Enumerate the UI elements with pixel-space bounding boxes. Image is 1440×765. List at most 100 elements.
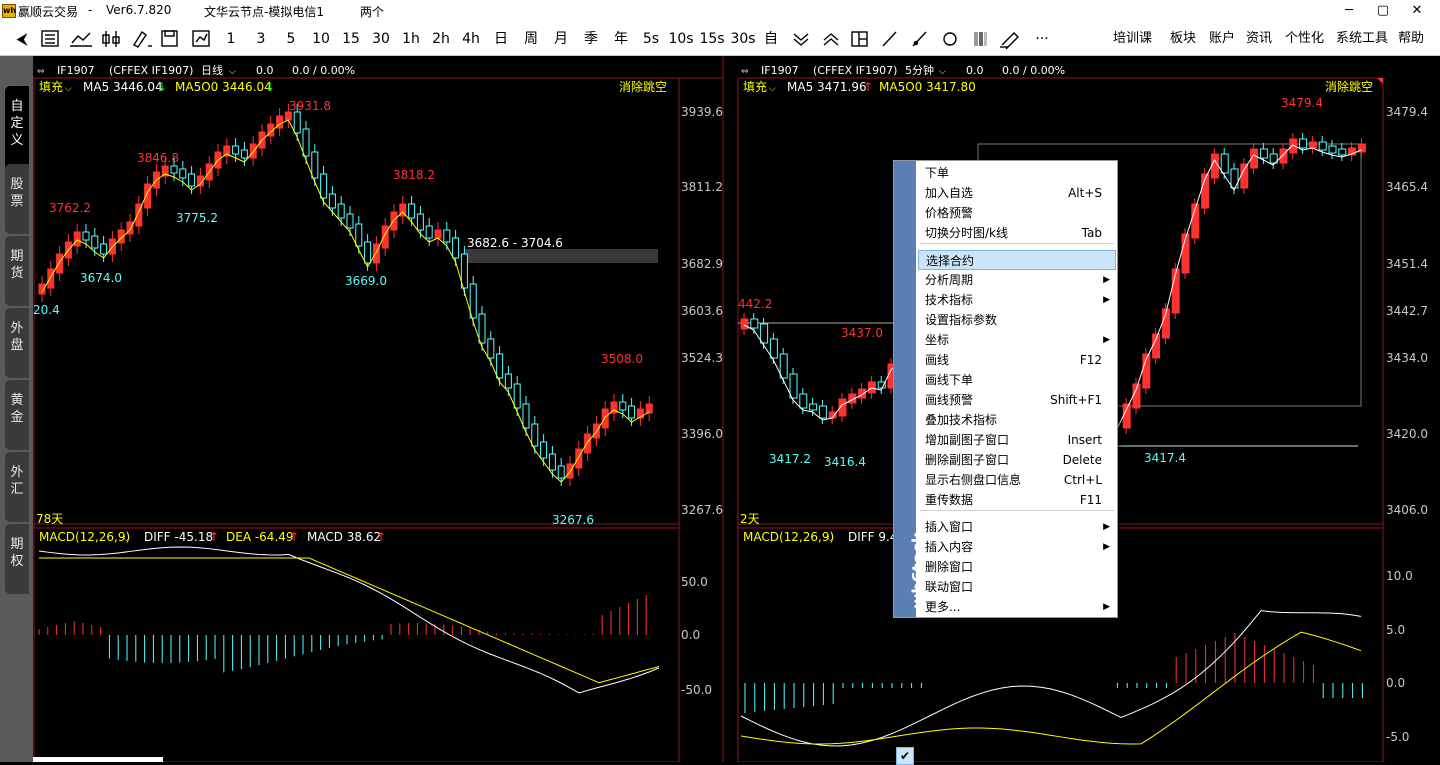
menu-item-show-orderbook[interactable]: 显示右侧盘口信息 Ctrl+L [918,470,1116,490]
period-30m[interactable]: 30 [368,22,394,56]
period-2h[interactable]: 2h [428,22,454,56]
menu-item-shortcut: Ctrl+L [1063,473,1102,487]
close-button[interactable]: ✕ [1394,0,1440,22]
left-fill-toggle[interactable]: 填充 [39,79,63,94]
right-clear-gap[interactable]: 消除跳空 [1325,79,1373,94]
period-5m[interactable]: 5 [282,22,300,56]
menu-news[interactable]: 资讯 [1246,22,1272,56]
period-30s[interactable]: 30s [728,22,758,56]
eraser-tool-icon[interactable] [1000,32,1019,50]
sidebar-tab-foreign[interactable]: 外盘 [5,308,29,378]
menu-item-delete-subwindow[interactable]: 删除副图子窗口 Delete [918,450,1116,470]
period-3m[interactable]: 3 [252,22,270,56]
submenu-arrow-icon: ▶ [1103,602,1110,612]
menu-item-add-subwindow[interactable]: 增加副图子窗口 Insert [918,430,1116,450]
line-tool-icon[interactable] [882,31,897,47]
left-chart-panel[interactable]: ⇔ IF1907 (CFFEX IF1907) 日线 ⌵ 0.0 0.0 / 0… [33,56,724,762]
sidebar-tab-options[interactable]: 期权 [5,524,29,594]
timeshare-chart-icon[interactable] [70,32,92,47]
menu-item-insert-content[interactable]: 插入内容 ▶ [918,537,1116,557]
period-year[interactable]: 年 [610,22,632,56]
sidebar-tab-gold[interactable]: 黄金 [5,380,29,450]
left-macd-dropdown-icon[interactable]: ⌵ [123,534,130,544]
period-15m[interactable]: 15 [338,22,364,56]
ray-tool-icon[interactable] [912,31,927,47]
period-month[interactable]: 月 [550,22,572,56]
menu-item-toggle-timeshare-kline[interactable]: 切换分时图/k线 Tab [918,223,1116,243]
bar-tool-icon[interactable] [974,32,987,46]
period-week[interactable]: 周 [520,22,542,56]
left-macd-title[interactable]: MACD(12,26,9) [39,530,130,544]
sidebar-tab-futures[interactable]: 期货 [5,236,29,306]
period-10m[interactable]: 10 [308,22,334,56]
layout-icon[interactable] [851,31,868,47]
period-1m[interactable]: 1 [222,22,240,56]
right-link-icon[interactable]: ⇔ [741,67,749,77]
menu-system-tools[interactable]: 系统工具 [1336,22,1388,56]
menu-item-indicator-params[interactable]: 设置指标参数 [918,310,1116,330]
menu-item-draw-line-alert[interactable]: 画线预警 Shift+F1 [918,390,1116,410]
left-symbol[interactable]: IF1907 [57,64,95,77]
period-day[interactable]: 日 [490,22,512,56]
circle-tool-icon[interactable] [943,32,957,46]
right-fill-dropdown-icon[interactable]: ⌵ [769,84,776,94]
back-button[interactable]: ⮜ [10,22,34,56]
zoom-in-icon[interactable] [793,33,809,46]
server-node: 文华云节点-模拟电信1 [204,5,324,19]
menu-item-insert-window[interactable]: 插入窗口 ▶ [918,517,1116,537]
menu-sector[interactable]: 板块 [1170,22,1196,56]
right-period[interactable]: 5分钟 [905,63,934,77]
right-period-dropdown-icon[interactable]: ⌵ [939,67,946,77]
menu-item-order[interactable]: 下单 [918,163,1116,183]
right-fill-toggle[interactable]: 填充 [743,79,767,94]
sidebar-tab-forex[interactable]: 外汇 [5,452,29,522]
draw-tool-icon[interactable] [133,30,152,48]
kline-chart-icon[interactable] [102,31,120,47]
menu-item-draw-line[interactable]: 画线 F12 [918,350,1116,370]
period-custom[interactable]: 自 [760,22,782,56]
period-5s[interactable]: 5s [638,22,664,56]
sidebar-tab-custom[interactable]: 自定义 [5,86,29,172]
right-yaxis-label: 3442.7 [1386,304,1428,318]
more-tools-button[interactable]: ··· [1030,22,1054,56]
menu-training[interactable]: 培训课 [1113,22,1152,56]
candle-body [100,243,108,255]
menu-item-overlay-indicator[interactable]: 叠加技术指标 [918,410,1116,430]
menu-item-link-window[interactable]: 联动窗口 [918,577,1116,597]
period-10s[interactable]: 10s [666,22,696,56]
menu-account[interactable]: 账户 [1209,22,1235,56]
zoom-out-icon[interactable] [823,33,839,46]
menu-item-coordinate[interactable]: 坐标 ▶ [918,330,1116,350]
menu-help[interactable]: 帮助 [1398,22,1424,56]
right-macd-title[interactable]: MACD(12,26,9) [743,530,834,544]
save-icon[interactable] [161,30,178,47]
left-period-dropdown-icon[interactable]: ⌵ [229,67,236,77]
menu-item-delete-window[interactable]: 删除窗口 [918,557,1116,577]
left-fill-dropdown-icon[interactable]: ⌵ [65,84,72,94]
menu-item-select-contract[interactable]: 选择合约 [918,250,1116,270]
left-scrollbar[interactable] [33,757,163,762]
menu-item-reload-data[interactable]: 重传数据 F11 [918,490,1116,510]
right-macd-dropdown-icon[interactable]: ⌵ [827,534,834,544]
menu-item-price-alert[interactable]: 价格预警 [918,203,1116,223]
period-quarter[interactable]: 季 [580,22,602,56]
menu-item-analysis-period[interactable]: 分析周期 ▶ [918,270,1116,290]
right-symbol[interactable]: IF1907 [761,64,799,77]
period-4h[interactable]: 4h [458,22,484,56]
menu-item-technical-indicator[interactable]: 技术指标 ▶ [918,290,1116,310]
menu-personalize[interactable]: 个性化 [1285,22,1324,56]
indicator-chart-icon[interactable] [192,30,210,47]
menu-item-add-watchlist[interactable]: 加入自选 Alt+S [918,183,1116,203]
period-1h[interactable]: 1h [398,22,424,56]
candle-body [601,408,609,429]
menu-item-draw-line-order[interactable]: 画线下单 [918,370,1116,390]
candle-body [779,353,788,379]
left-link-icon[interactable]: ⇔ [37,67,45,77]
period-15s[interactable]: 15s [697,22,727,56]
quote-list-icon[interactable] [41,30,59,47]
menu-item-more[interactable]: 更多... ▶ [918,597,1116,617]
left-clear-gap[interactable]: 消除跳空 [619,79,667,94]
menu-item-label: 分析周期 [925,273,974,287]
sidebar-tab-stocks[interactable]: 股票 [5,164,29,234]
left-period[interactable]: 日线 [201,63,223,77]
